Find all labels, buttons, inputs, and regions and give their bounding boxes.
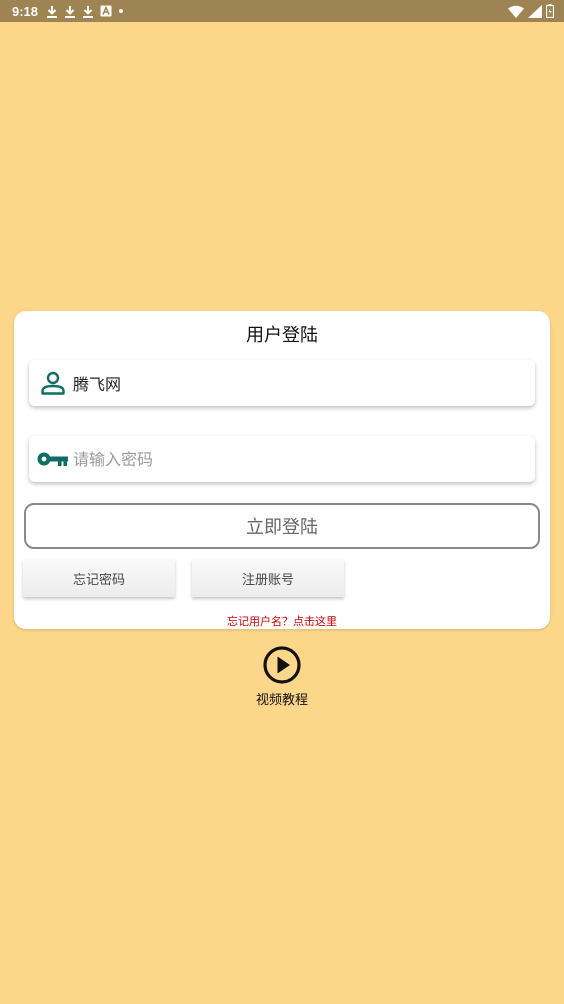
status-bar: 9:18 bbox=[0, 0, 564, 22]
login-card: 用户登陆 腾飞网 立即登陆 忘记密码 注册账号 忘记用户名？点击这里 bbox=[14, 311, 550, 629]
forgot-username-link[interactable]: 忘记用户名？点击这里 bbox=[14, 613, 550, 629]
key-icon bbox=[33, 450, 73, 468]
status-time: 9:18 bbox=[12, 3, 39, 19]
font-icon bbox=[100, 5, 112, 17]
username-field[interactable]: 腾飞网 bbox=[29, 360, 535, 406]
page-title: 用户登陆 bbox=[246, 325, 318, 346]
forgot-password-button[interactable]: 忘记密码 bbox=[23, 559, 175, 597]
password-input[interactable] bbox=[73, 449, 493, 469]
user-icon bbox=[33, 371, 73, 395]
username-value[interactable]: 腾飞网 bbox=[73, 371, 121, 395]
play-icon bbox=[263, 646, 301, 684]
battery-icon bbox=[546, 4, 554, 18]
signal-icon bbox=[528, 4, 542, 18]
login-button[interactable]: 立即登陆 bbox=[24, 503, 540, 549]
download-icon bbox=[47, 5, 58, 18]
download-icon bbox=[65, 5, 76, 18]
register-button[interactable]: 注册账号 bbox=[192, 559, 344, 597]
download-icon bbox=[83, 5, 94, 18]
wifi-icon bbox=[508, 5, 524, 18]
notification-icons bbox=[46, 5, 124, 18]
system-icons bbox=[508, 4, 554, 18]
password-field[interactable] bbox=[29, 436, 535, 482]
dot-icon bbox=[119, 9, 124, 13]
video-tutorial-label: 视频教程 bbox=[255, 693, 308, 708]
video-tutorial-button[interactable]: 视频教程 bbox=[232, 645, 332, 708]
